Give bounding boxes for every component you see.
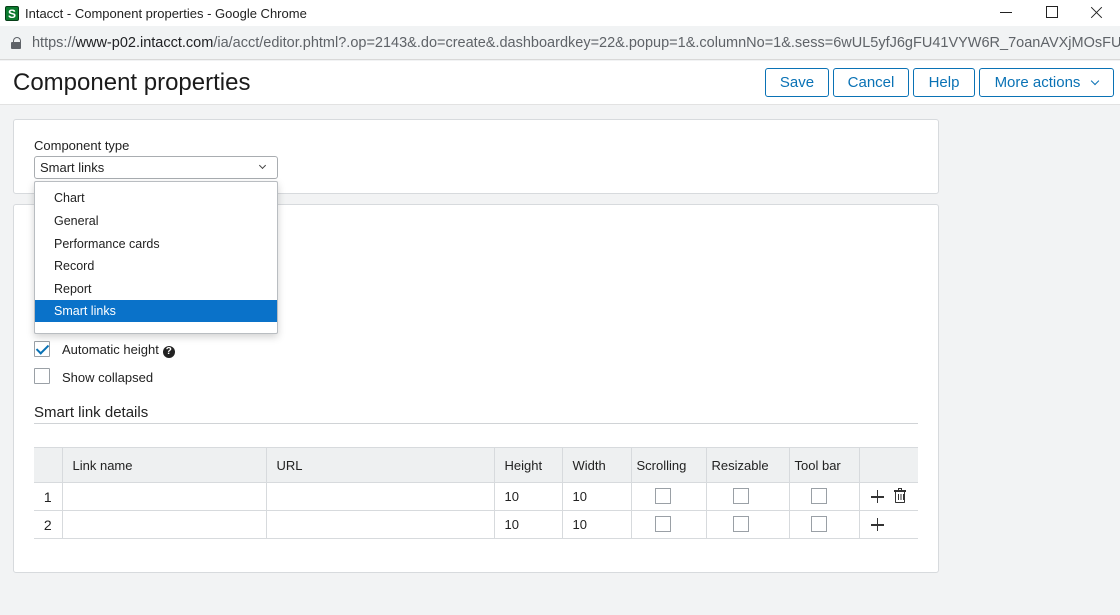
table-header-row: Link name URL Height Width Scrolling Res… — [34, 447, 918, 483]
show-collapsed-checkbox[interactable] — [34, 368, 50, 384]
url-path: /ia/acct/editor.phtml?.op=2143&.do=creat… — [213, 34, 1120, 51]
automatic-height-checkbox[interactable] — [34, 341, 50, 357]
option-smart-links[interactable]: Smart links — [35, 300, 277, 322]
automatic-height-label: Automatic height? — [62, 342, 175, 358]
scrolling-cell — [631, 482, 707, 511]
option-report[interactable]: Report — [35, 278, 277, 300]
page-title: Component properties — [13, 69, 251, 96]
url-cell[interactable] — [266, 510, 495, 539]
cancel-button[interactable]: Cancel — [833, 68, 909, 97]
toolbar-cell — [789, 510, 860, 539]
column-header-scrolling: Scrolling — [631, 447, 707, 483]
component-type-label: Component type — [34, 138, 130, 153]
link-name-cell[interactable] — [62, 482, 267, 511]
resizable-checkbox[interactable] — [732, 516, 749, 532]
show-collapsed-label: Show collapsed — [62, 370, 154, 385]
page-header: Component properties Save Cancel Help Mo… — [0, 61, 1120, 105]
column-header-resizable: Resizable — [706, 447, 790, 483]
chevron-down-icon — [1091, 76, 1100, 85]
column-header-width: Width — [562, 447, 632, 483]
option-performance-cards[interactable]: Performance cards — [35, 233, 277, 255]
resizable-cell — [706, 510, 790, 539]
help-button-label: Help — [928, 74, 960, 91]
close-icon[interactable] — [1076, 0, 1120, 26]
resizable-checkbox[interactable] — [732, 488, 749, 504]
url-scheme: https:// — [31, 34, 76, 51]
smart-link-table: Link name URL Height Width Scrolling Res… — [34, 447, 918, 539]
component-type-value: Smart links — [40, 160, 105, 175]
component-type-dropdown: Chart General Performance cards Record R… — [34, 181, 278, 334]
option-record[interactable]: Record — [35, 255, 277, 277]
column-header-actions — [859, 447, 918, 483]
intacct-app-icon: S — [5, 5, 19, 21]
save-button-label: Save — [779, 74, 815, 91]
maximize-icon[interactable] — [1032, 0, 1076, 26]
address-bar[interactable]: https://www-p02.intacct.com/ia/acct/edit… — [0, 26, 1120, 60]
column-header-link-name: Link name — [62, 447, 267, 483]
cancel-button-label: Cancel — [847, 74, 895, 91]
window-title: Intacct - Component properties - Google … — [25, 5, 307, 21]
width-cell[interactable]: 10 — [562, 510, 632, 539]
scrolling-cell — [631, 510, 707, 539]
link-name-cell[interactable] — [62, 510, 267, 539]
option-chart[interactable]: Chart — [35, 187, 277, 209]
plus-icon[interactable] — [870, 518, 884, 531]
url-host: www-p02.intacct.com — [75, 34, 214, 51]
table-row: 2 10 10 — [34, 510, 918, 539]
section-title: Smart link details — [34, 404, 149, 421]
height-cell[interactable]: 10 — [494, 482, 563, 511]
minimize-icon[interactable] — [988, 0, 1032, 26]
scrolling-checkbox[interactable] — [654, 488, 671, 504]
lock-icon[interactable] — [11, 36, 21, 49]
column-header-toolbar: Tool bar — [789, 447, 860, 483]
resizable-cell — [706, 482, 790, 511]
width-cell[interactable]: 10 — [562, 482, 632, 511]
component-type-select[interactable]: Smart links — [34, 156, 278, 179]
row-number: 1 — [34, 482, 63, 511]
url-cell[interactable] — [266, 482, 495, 511]
window-title-bar: S Intacct - Component properties - Googl… — [0, 0, 1120, 26]
window-controls — [988, 0, 1120, 26]
automatic-height-text: Automatic height — [62, 342, 159, 357]
plus-icon[interactable] — [870, 490, 884, 503]
column-header-height: Height — [494, 447, 563, 483]
chevron-down-icon — [258, 161, 267, 170]
more-actions-label: More actions — [994, 74, 1081, 91]
option-general[interactable]: General — [35, 210, 277, 232]
url-field[interactable]: https://www-p02.intacct.com/ia/acct/edit… — [32, 35, 1120, 51]
row-number: 2 — [34, 510, 63, 539]
section-divider — [34, 423, 918, 424]
save-button[interactable]: Save — [765, 68, 829, 97]
scrolling-checkbox[interactable] — [654, 516, 671, 532]
toolbar-checkbox[interactable] — [810, 516, 827, 532]
trash-icon[interactable] — [893, 488, 906, 503]
column-header-number — [34, 447, 63, 483]
help-button[interactable]: Help — [913, 68, 975, 97]
height-cell[interactable]: 10 — [494, 510, 563, 539]
column-header-url: URL — [266, 447, 495, 483]
row-actions — [859, 482, 918, 511]
toolbar-cell — [789, 482, 860, 511]
question-circle-icon[interactable]: ? — [162, 346, 175, 358]
row-actions — [859, 510, 918, 539]
more-actions-button[interactable]: More actions — [979, 68, 1114, 97]
toolbar-checkbox[interactable] — [810, 488, 827, 504]
table-row: 1 10 10 — [34, 482, 918, 511]
